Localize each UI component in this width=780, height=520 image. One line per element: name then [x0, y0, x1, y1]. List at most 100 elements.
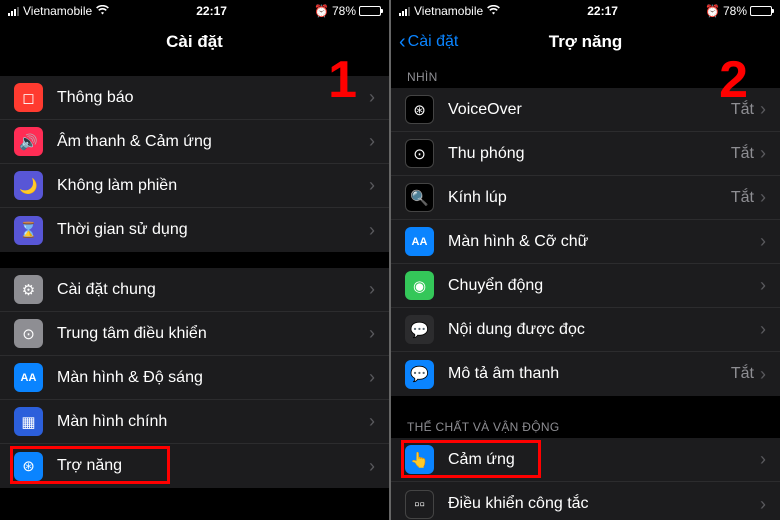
signal-icon: [399, 7, 410, 16]
row-label: Trung tâm điều khiển: [57, 325, 369, 343]
row-label: Thông báo: [57, 89, 369, 107]
row-label: Trợ năng: [57, 457, 369, 475]
chevron-left-icon: ‹: [399, 32, 406, 52]
chevron-right-icon: ›: [760, 319, 766, 340]
row-label: Điều khiển công tắc: [448, 495, 760, 513]
settings-row-display[interactable]: AA Màn hình & Độ sáng›: [0, 356, 389, 400]
touch-icon: 👆: [405, 445, 434, 474]
row-label: Cài đặt chung: [57, 281, 369, 299]
row-value: Tắt: [731, 145, 754, 163]
row-label: Cảm ứng: [448, 451, 760, 469]
screentime-icon: ⌛: [14, 216, 43, 245]
row-label: Màn hình chính: [57, 413, 369, 431]
chevron-right-icon: ›: [760, 449, 766, 470]
status-bar: Vietnamobile 22:17 ⏰ 78%: [0, 0, 389, 22]
chevron-right-icon: ›: [369, 456, 375, 477]
wifi-icon: [96, 5, 109, 18]
back-button[interactable]: ‹ Cài đặt: [399, 32, 458, 52]
settings-row-control[interactable]: ⊙ Trung tâm điều khiển›: [0, 312, 389, 356]
settings-row-motion[interactable]: ◉ Chuyển động›: [391, 264, 780, 308]
alarm-icon: ⏰: [705, 4, 720, 18]
settings-group: ⚙Cài đặt chung›⊙Trung tâm điều khiển›AAM…: [0, 268, 389, 488]
chevron-right-icon: ›: [760, 494, 766, 515]
settings-row-switch[interactable]: ▫▫ Điều khiển công tắc›: [391, 482, 780, 520]
access-icon: ⊛: [14, 452, 43, 481]
chevron-right-icon: ›: [760, 275, 766, 296]
display-icon: AA: [14, 363, 43, 392]
chevron-right-icon: ›: [369, 279, 375, 300]
row-label: Thời gian sử dụng: [57, 221, 369, 239]
general-icon: ⚙: [14, 275, 43, 304]
accessibility-list[interactable]: NHÌN⊛VoiceOverTắt›⊙Thu phóngTắt›🔍Kính lú…: [391, 62, 780, 520]
settings-row-textsize[interactable]: AAMàn hình & Cỡ chữ›: [391, 220, 780, 264]
settings-row-audio[interactable]: 💬 Mô tả âm thanhTắt ›: [391, 352, 780, 396]
notif-icon: ◻︎: [14, 83, 43, 112]
zoom-icon: ⊙: [405, 139, 434, 168]
settings-row-screentime[interactable]: ⌛ Thời gian sử dụng›: [0, 208, 389, 252]
settings-row-sound[interactable]: 🔊 Âm thanh & Cảm ứng›: [0, 120, 389, 164]
settings-group: ⊛VoiceOverTắt›⊙Thu phóngTắt›🔍Kính lúpTắt…: [391, 88, 780, 396]
voiceover-icon: ⊛: [405, 95, 434, 124]
chevron-right-icon: ›: [760, 231, 766, 252]
chevron-right-icon: ›: [369, 131, 375, 152]
clock: 22:17: [500, 4, 705, 18]
settings-list[interactable]: ◻︎Thông báo›🔊Âm thanh & Cảm ứng›🌙Không l…: [0, 62, 389, 520]
battery-icon: [750, 6, 772, 16]
carrier-label: Vietnamobile: [414, 4, 483, 18]
row-label: Nội dung được đọc: [448, 321, 760, 339]
dnd-icon: 🌙: [14, 171, 43, 200]
row-label: Âm thanh & Cảm ứng: [57, 133, 369, 151]
battery-pct: 78%: [723, 4, 747, 18]
battery-icon: [359, 6, 381, 16]
page-title: Trợ năng: [549, 32, 622, 52]
settings-row-home[interactable]: ▦ Màn hình chính›: [0, 400, 389, 444]
magnify-icon: 🔍: [405, 183, 434, 212]
row-label: Thu phóng: [448, 145, 731, 163]
chevron-right-icon: ›: [369, 175, 375, 196]
settings-row-zoom[interactable]: ⊙ Thu phóngTắt ›: [391, 132, 780, 176]
home-icon: ▦: [14, 407, 43, 436]
back-label: Cài đặt: [408, 33, 459, 51]
settings-row-access[interactable]: ⊛ Trợ năng›: [0, 444, 389, 488]
signal-icon: [8, 7, 19, 16]
row-value: Tắt: [731, 365, 754, 383]
status-bar: Vietnamobile 22:17 ⏰ 78%: [391, 0, 780, 22]
row-label: Chuyển động: [448, 277, 760, 295]
chevron-right-icon: ›: [760, 99, 766, 120]
settings-row-general[interactable]: ⚙ Cài đặt chung›: [0, 268, 389, 312]
wifi-icon: [487, 5, 500, 18]
clock: 22:17: [109, 4, 314, 18]
step-marker-1: 1: [328, 50, 357, 110]
spoken-icon: 💬: [405, 315, 434, 344]
audio-icon: 💬: [405, 360, 434, 389]
row-label: VoiceOver: [448, 101, 731, 119]
chevron-right-icon: ›: [760, 364, 766, 385]
row-label: Kính lúp: [448, 189, 731, 207]
settings-row-magnify[interactable]: 🔍 Kính lúpTắt ›: [391, 176, 780, 220]
chevron-right-icon: ›: [369, 220, 375, 241]
section-header: THỂ CHẤT VÀ VẬN ĐỘNG: [391, 412, 780, 438]
row-label: Màn hình & Độ sáng: [57, 369, 369, 387]
settings-group: 👆Cảm ứng›▫▫Điều khiển công tắc›: [391, 438, 780, 520]
chevron-right-icon: ›: [369, 87, 375, 108]
settings-row-touch[interactable]: 👆 Cảm ứng›: [391, 438, 780, 482]
carrier-label: Vietnamobile: [23, 4, 92, 18]
alarm-icon: ⏰: [314, 4, 329, 18]
settings-row-dnd[interactable]: 🌙Không làm phiền›: [0, 164, 389, 208]
sound-icon: 🔊: [14, 127, 43, 156]
control-icon: ⊙: [14, 319, 43, 348]
chevron-right-icon: ›: [369, 411, 375, 432]
chevron-right-icon: ›: [760, 187, 766, 208]
motion-icon: ◉: [405, 271, 434, 300]
chevron-right-icon: ›: [760, 143, 766, 164]
row-value: Tắt: [731, 189, 754, 207]
row-label: Mô tả âm thanh: [448, 365, 731, 383]
settings-screen: Vietnamobile 22:17 ⏰ 78% Cài đặt 1 ◻︎ Thô…: [0, 0, 389, 520]
switch-icon: ▫▫: [405, 490, 434, 519]
chevron-right-icon: ›: [369, 323, 375, 344]
page-title: Cài đặt: [166, 32, 223, 52]
chevron-right-icon: ›: [369, 367, 375, 388]
accessibility-screen: Vietnamobile 22:17 ⏰ 78% ‹ Cài đặt Trợ n…: [391, 0, 780, 520]
settings-row-spoken[interactable]: 💬 Nội dung được đọc›: [391, 308, 780, 352]
battery-pct: 78%: [332, 4, 356, 18]
